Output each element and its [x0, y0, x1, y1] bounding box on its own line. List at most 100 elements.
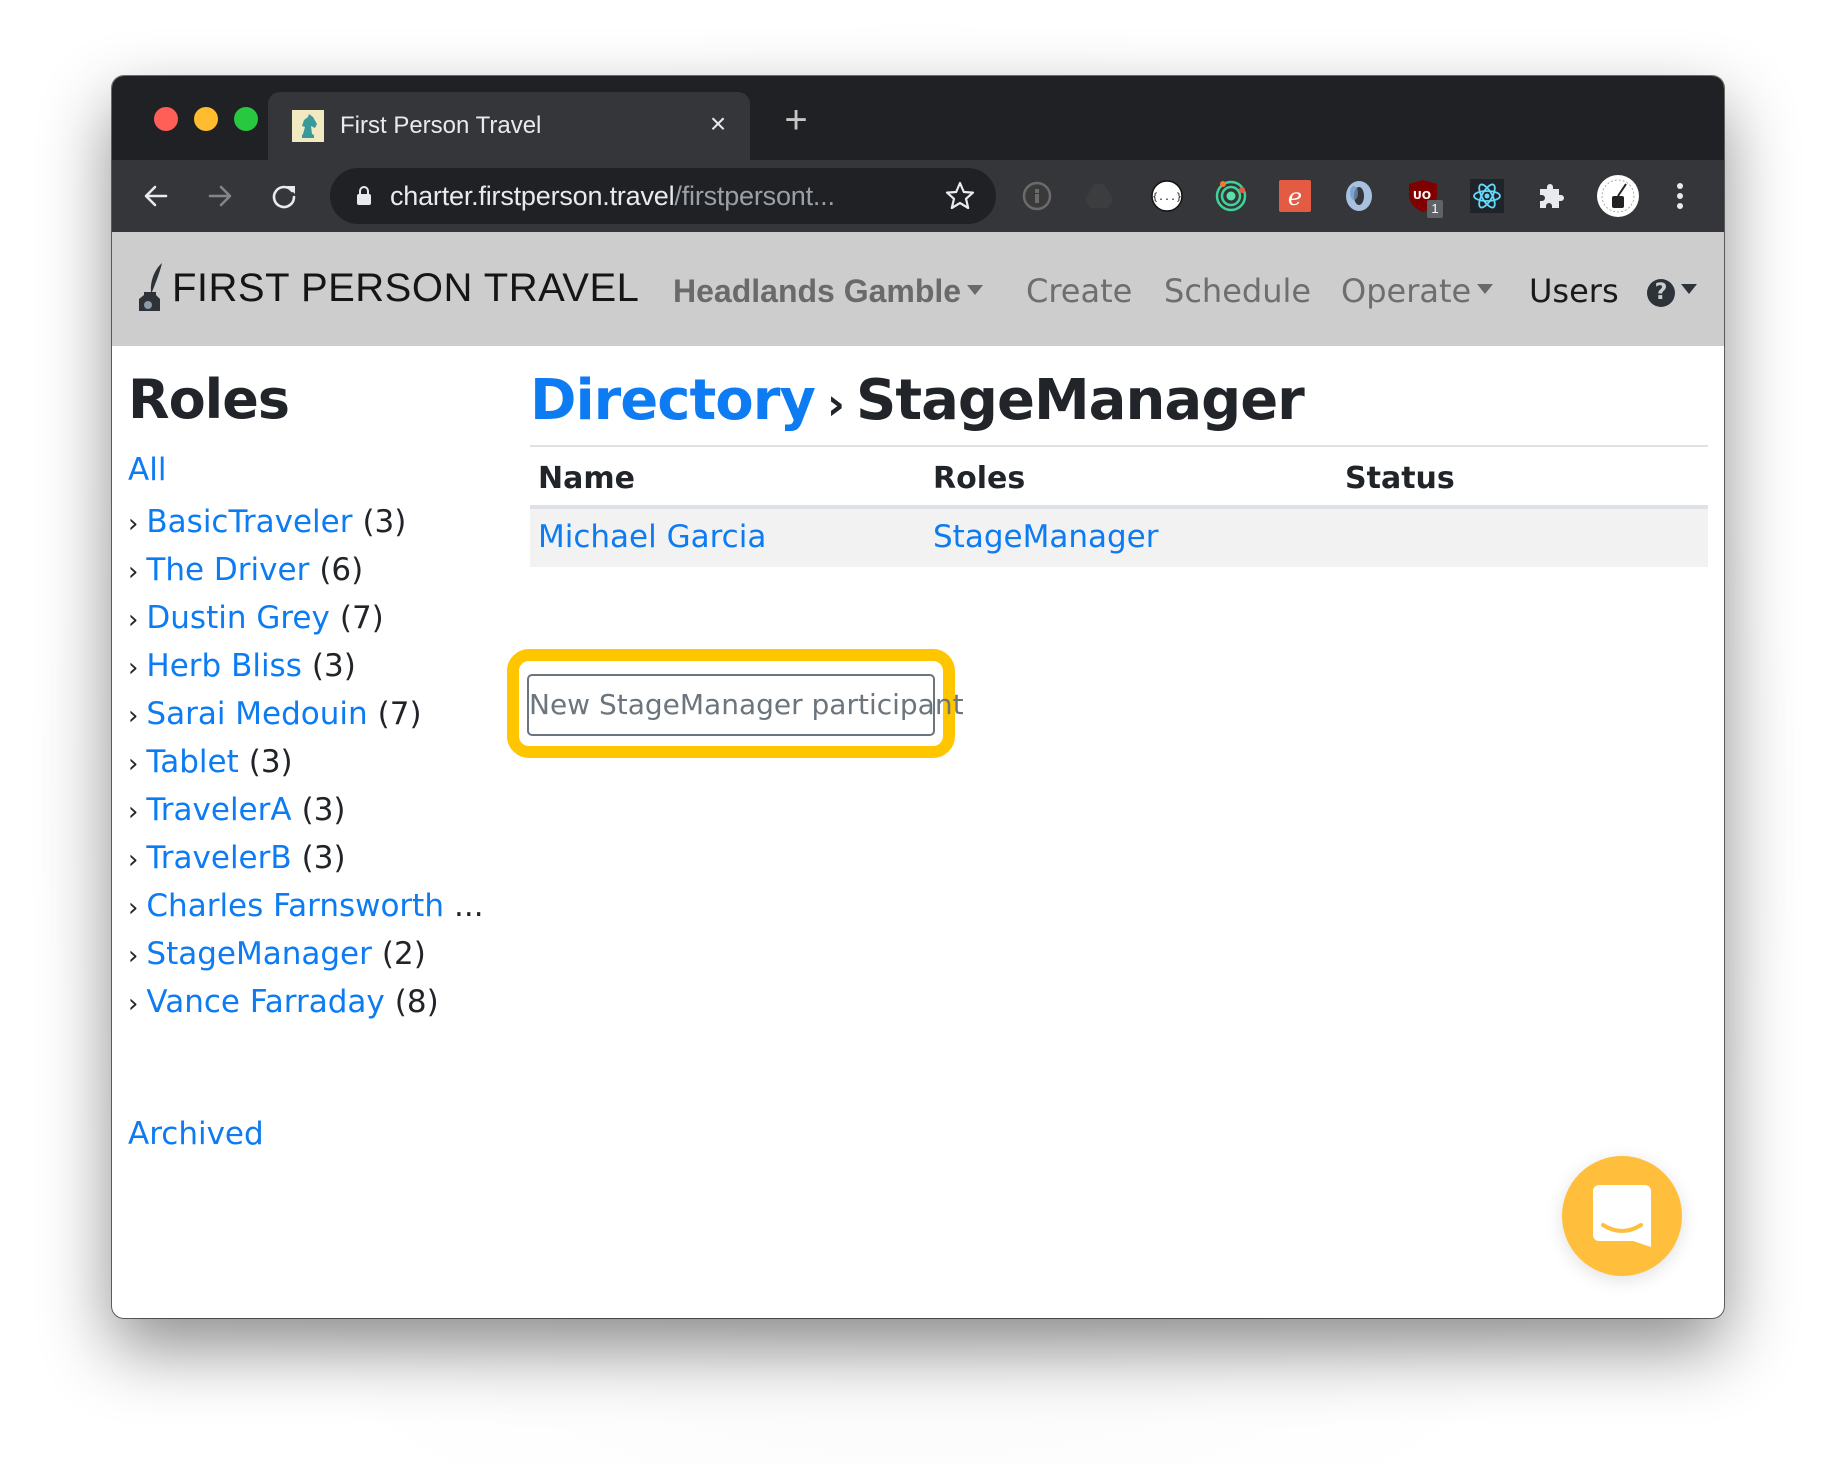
role-list-item: › StageManager (2)	[128, 930, 484, 978]
chevron-right-icon: ›	[128, 605, 139, 635]
nav-users[interactable]: Users	[1529, 270, 1619, 312]
role-link[interactable]: TravelerA	[146, 792, 291, 828]
tab-title: First Person Travel	[340, 112, 542, 139]
cell-roles: StageManager	[933, 519, 1158, 555]
ublock-badge: 1	[1427, 200, 1443, 218]
browser-window: First Person Travel × + charter.firstper…	[112, 76, 1724, 1318]
role-link[interactable]: Sarai Medouin	[146, 696, 367, 732]
svg-text:e: e	[1288, 183, 1302, 211]
chat-bubble-icon	[1593, 1185, 1651, 1247]
address-bar[interactable]: charter.firstperson.travel/firstpersont.…	[330, 168, 996, 224]
role-list-item: › Tablet (3)	[128, 738, 484, 786]
back-button[interactable]	[136, 176, 176, 216]
column-header-status: Status	[1345, 461, 1455, 496]
project-name: Headlands Gamble	[673, 273, 962, 309]
orbit-extension-icon[interactable]	[1213, 178, 1249, 214]
chevron-right-icon: ›	[128, 893, 139, 923]
chat-launcher-button[interactable]	[1562, 1156, 1682, 1276]
tab-strip: First Person Travel × +	[112, 76, 1724, 160]
help-dropdown[interactable]: ?	[1647, 270, 1697, 312]
project-dropdown[interactable]: Headlands Gamble	[673, 270, 984, 312]
role-link[interactable]: Charles Farnsworth	[146, 888, 444, 924]
breadcrumb-directory[interactable]: Directory	[530, 368, 816, 433]
maximize-window-button[interactable]	[234, 107, 258, 131]
chevron-right-icon: ›	[128, 797, 139, 827]
kebab-menu-icon[interactable]	[1662, 178, 1698, 214]
role-list-item: › Vance Farraday (8)	[128, 978, 484, 1026]
role-list-item: › BasicTraveler (3)	[128, 498, 484, 546]
role-link[interactable]: Tablet	[146, 744, 238, 780]
role-link[interactable]: TravelerB	[146, 840, 291, 876]
profile-avatar-icon[interactable]	[1596, 174, 1640, 218]
forward-button[interactable]	[200, 176, 240, 216]
role-link[interactable]: Vance Farraday	[146, 984, 384, 1020]
nav-create-label: Create	[1026, 272, 1133, 310]
ring-extension-icon[interactable]	[1341, 178, 1377, 214]
tab-first-person-travel[interactable]: First Person Travel ×	[268, 92, 750, 160]
bookmark-star-icon[interactable]	[944, 180, 976, 212]
inkwell-quill-icon	[139, 263, 162, 311]
close-window-button[interactable]	[154, 107, 178, 131]
role-link[interactable]: StageManager	[146, 936, 371, 972]
chevron-right-icon: ›	[128, 749, 139, 779]
role-filter-all[interactable]: All	[128, 452, 166, 488]
puzzle-extensions-icon[interactable]	[1533, 178, 1569, 214]
app-navbar: FIRST PERSON TRAVEL Headlands Gamble Cre…	[112, 232, 1724, 346]
chevron-right-icon: ›	[128, 653, 139, 683]
nav-schedule[interactable]: Schedule	[1164, 270, 1311, 312]
nav-users-label: Users	[1529, 272, 1619, 310]
url-path: /firstpersont...	[674, 181, 835, 211]
forward-arrow-icon	[208, 185, 232, 207]
url-host: charter.firstperson.travel	[390, 181, 675, 211]
chevron-right-icon: ›	[128, 509, 139, 539]
page-title: Directory › StageManager	[530, 368, 1305, 433]
participant-role-link[interactable]: StageManager	[933, 519, 1158, 555]
participant-name-link[interactable]: Michael Garcia	[538, 519, 766, 555]
chevron-right-icon: ›	[128, 989, 139, 1019]
json-formatter-extension-icon[interactable]: {...}	[1149, 178, 1185, 214]
reload-icon	[272, 185, 296, 209]
role-link[interactable]: The Driver	[146, 552, 309, 588]
role-list-item: › Sarai Medouin (7)	[128, 690, 484, 738]
info-extension-icon[interactable]	[1019, 178, 1055, 214]
role-link[interactable]: Herb Bliss	[146, 648, 301, 684]
tab-close-icon[interactable]: ×	[700, 106, 736, 142]
nav-create[interactable]: Create	[1026, 270, 1132, 312]
new-tab-button[interactable]: +	[776, 100, 816, 142]
nav-operate-dropdown[interactable]: Operate	[1341, 270, 1494, 312]
role-count: (7)	[339, 600, 384, 636]
breadcrumb-separator: ›	[826, 379, 845, 430]
role-link[interactable]: Dustin Grey	[146, 600, 329, 636]
brand-name: FIRST PERSON TRAVEL	[172, 266, 640, 310]
role-count: (3)	[311, 648, 356, 684]
e-extension-icon[interactable]: e	[1277, 178, 1313, 214]
participants-table: Name Roles Status Michael Garcia StageMa…	[530, 445, 1708, 567]
ublock-extension-icon[interactable]: UO 1	[1405, 178, 1443, 218]
chevron-down-icon	[1477, 284, 1494, 294]
nav-schedule-label: Schedule	[1164, 272, 1312, 310]
chevron-right-icon: ›	[128, 701, 139, 731]
minimize-window-button[interactable]	[194, 107, 218, 131]
role-count: (6)	[319, 552, 364, 588]
archived-link[interactable]: Archived	[128, 1116, 264, 1152]
svg-text:{...}: {...}	[1152, 192, 1182, 203]
role-count: ...	[453, 888, 484, 924]
react-devtools-extension-icon[interactable]	[1469, 178, 1505, 214]
new-participant-button[interactable]: New StageManager participant	[527, 674, 964, 736]
role-list-item: › The Driver (6)	[128, 546, 484, 594]
breadcrumb-current: StageManager	[855, 368, 1305, 433]
reload-button[interactable]	[264, 176, 304, 216]
brand-link[interactable]: FIRST PERSON TRAVEL	[136, 262, 639, 312]
drive-extension-icon[interactable]	[1081, 178, 1117, 214]
nav-operate-label: Operate	[1341, 272, 1472, 310]
role-list-item: › Charles Farnsworth...	[128, 882, 484, 930]
role-list: › BasicTraveler (3) › The Driver (6) › Dustin G…	[128, 498, 484, 1026]
chevron-right-icon: ›	[128, 845, 139, 875]
chevron-down-icon	[1681, 284, 1697, 294]
role-list-item: › Dustin Grey (7)	[128, 594, 484, 642]
role-count: (3)	[301, 840, 346, 876]
role-link[interactable]: BasicTraveler	[146, 504, 352, 540]
role-list-item: › TravelerA (3)	[128, 786, 484, 834]
back-arrow-icon	[144, 185, 168, 207]
browser-toolbar: charter.firstperson.travel/firstpersont.…	[112, 160, 1724, 232]
